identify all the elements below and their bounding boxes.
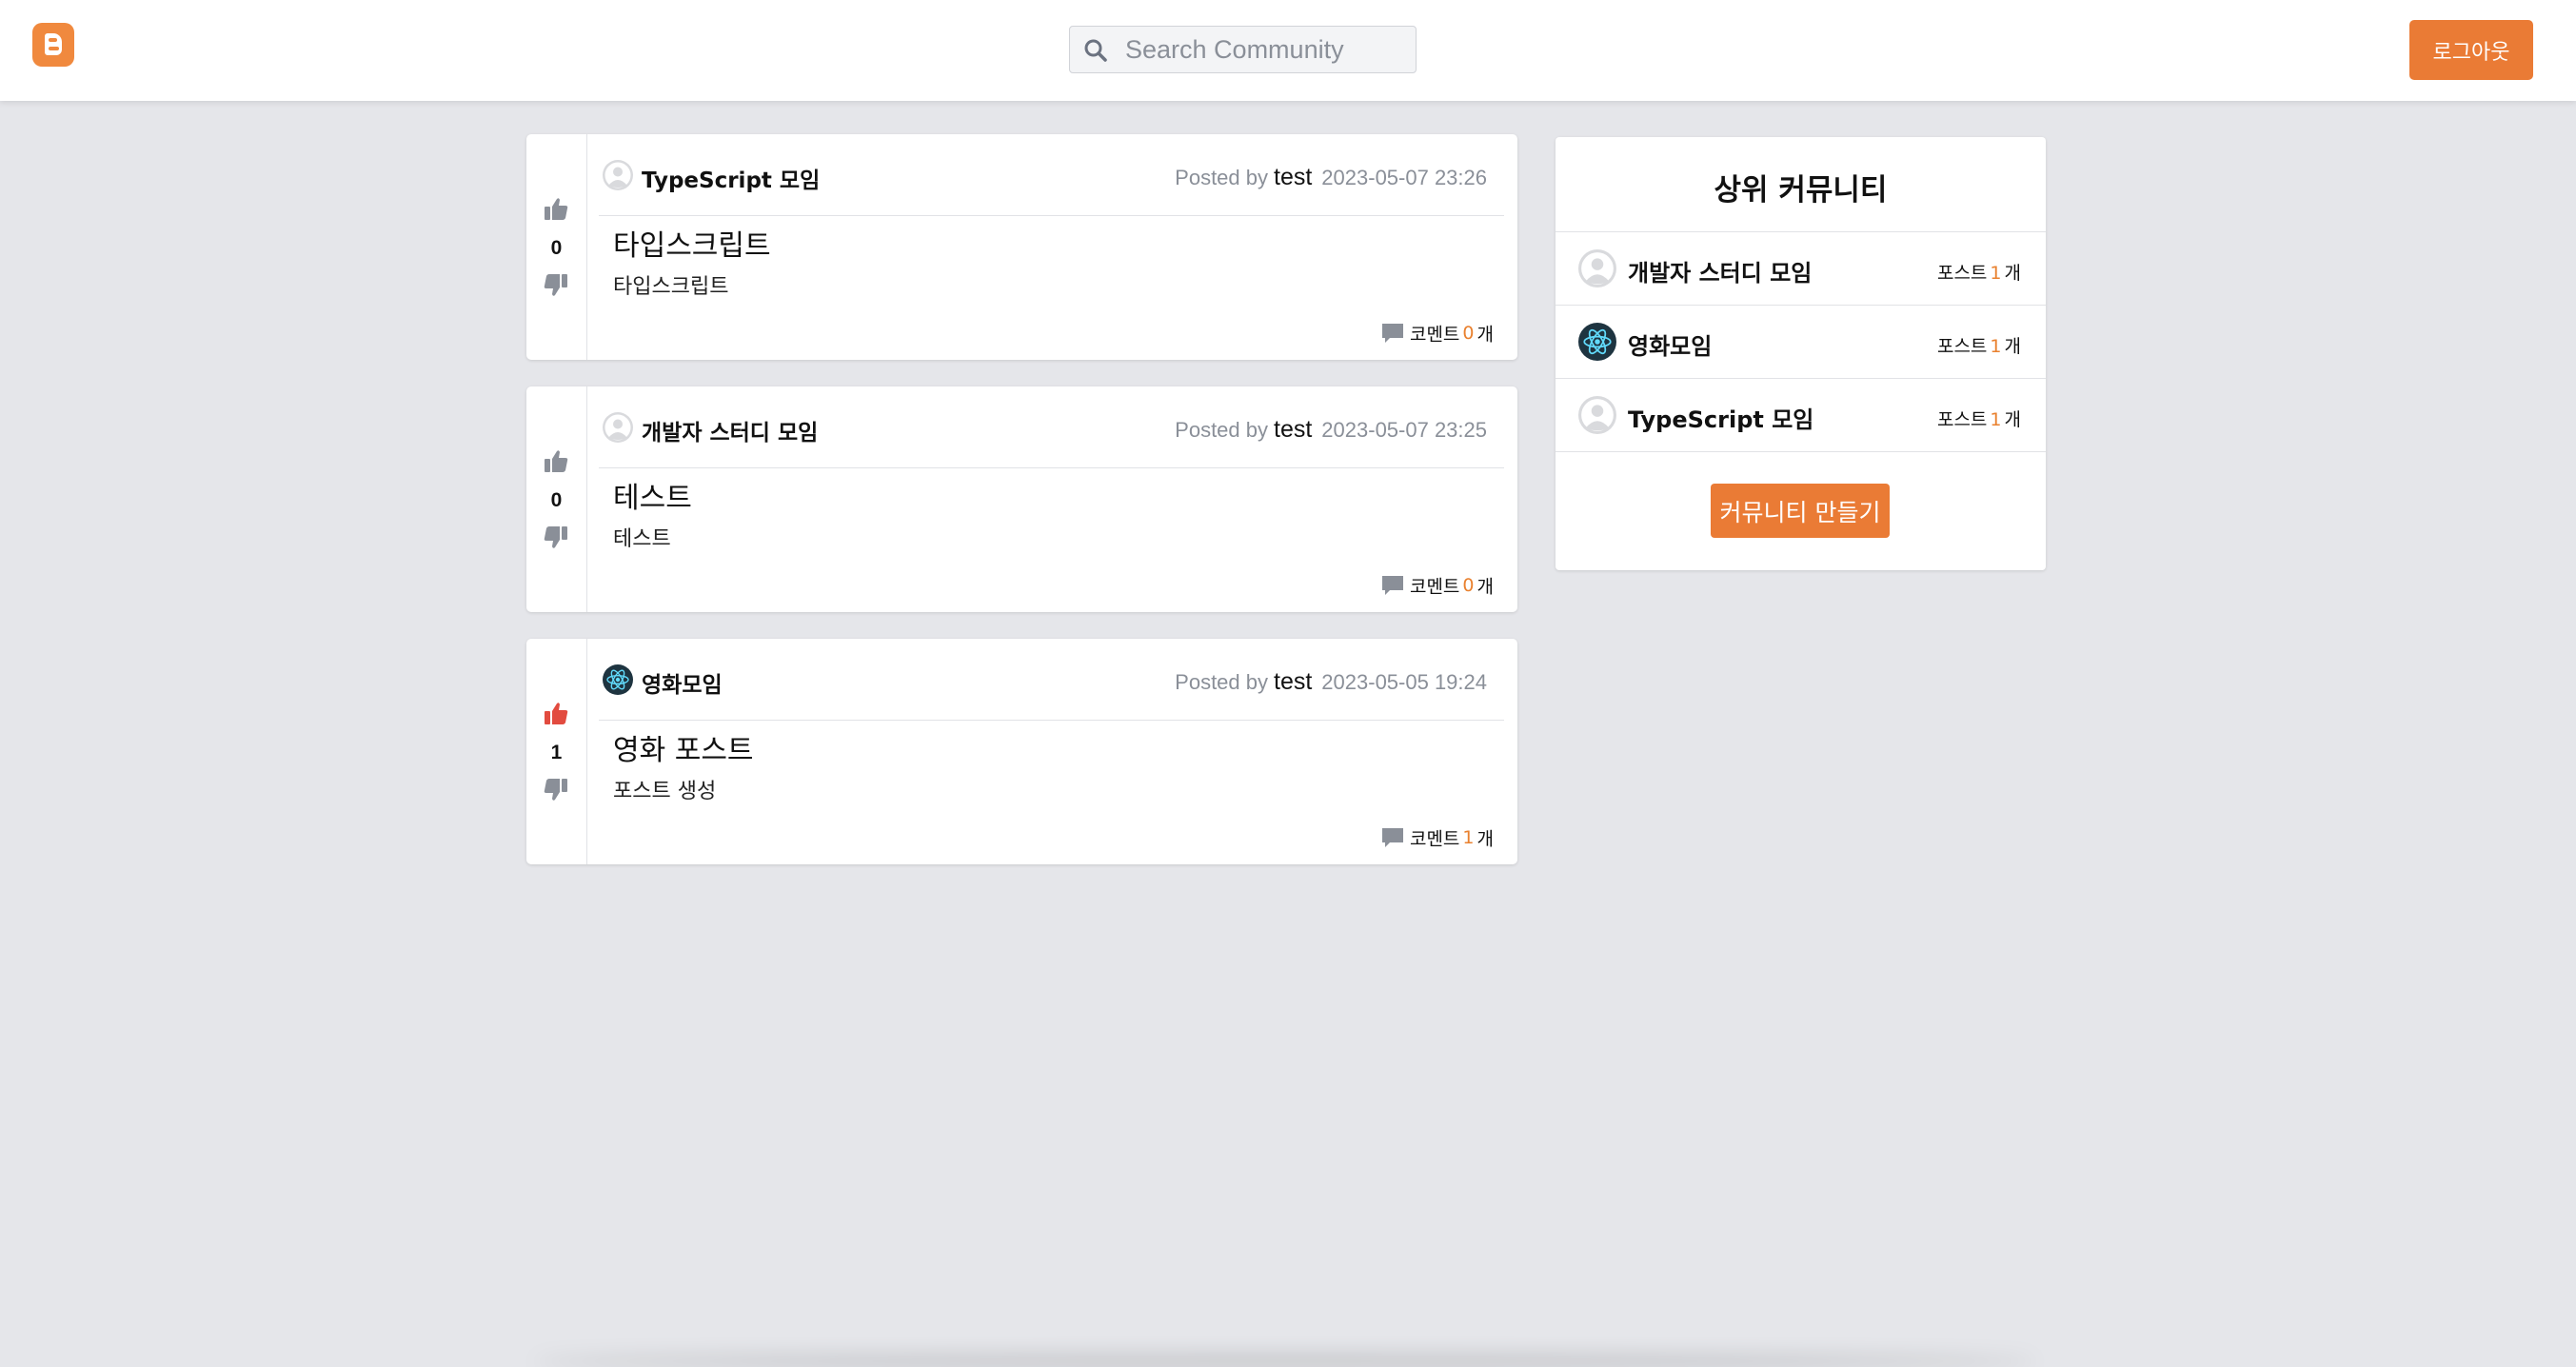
author-link[interactable]: test (1274, 416, 1312, 443)
blogger-logo-icon[interactable] (32, 23, 74, 67)
comment-count: 0 (1462, 575, 1475, 596)
post-meta: Posted by test 2023-05-05 19:24 (1175, 668, 1487, 696)
panel-title: 상위 커뮤니티 (1714, 173, 1888, 208)
top-communities-panel: 상위 커뮤니티 개발자 스터디 모임 포스트1개 영화모임 포스트1개 (1556, 137, 2046, 570)
community-name: TypeScript 모임 (1628, 406, 1814, 433)
posts-label: 포스트 (1936, 336, 1988, 357)
vote-count: 0 (550, 237, 563, 259)
comment-unit: 개 (1476, 828, 1494, 850)
comment-unit: 개 (1476, 324, 1494, 346)
post-meta: Posted by test 2023-05-07 23:26 (1175, 164, 1487, 191)
count-unit: 개 (2004, 336, 2021, 357)
post-list: 0 TypeScript 모임 Posted by test 2023-05-07 … (526, 134, 1517, 891)
community-name-link[interactable]: TypeScript 모임 (642, 162, 820, 194)
comment-count: 1 (1462, 827, 1475, 848)
post-count: 포스트 1 개 (1937, 332, 2021, 358)
post-header: TypeScript 모임 Posted by test 2023-05-07 23… (601, 160, 1504, 194)
comment-link[interactable]: 코멘트 0 개 (1379, 572, 1494, 599)
community-name-link[interactable]: 개발자 스터디 모임 (642, 414, 818, 446)
thumbs-down-icon[interactable] (542, 523, 570, 551)
default-avatar-icon (1578, 396, 1616, 434)
react-atom-icon (1578, 323, 1616, 361)
community-name: 영화모임 (1628, 333, 1713, 360)
post-count-number: 1 (1990, 336, 2002, 357)
post-card[interactable]: 0 TypeScript 모임 Posted by test 2023-05-07 … (526, 134, 1517, 360)
vote-count: 1 (550, 742, 563, 763)
search-input[interactable] (1125, 32, 1406, 67)
post-count-number: 1 (1990, 409, 2002, 430)
comment-link[interactable]: 코멘트 0 개 (1379, 320, 1494, 347)
post-body: 포스트 생성 (613, 780, 717, 803)
comment-icon (1381, 576, 1403, 595)
comment-unit: 개 (1476, 576, 1494, 598)
post-count: 포스트 1 개 (1937, 406, 2021, 431)
create-community-button[interactable]: 커뮤니티 만들기 (1711, 484, 1890, 538)
community-name-link[interactable]: 영화모임 (642, 666, 723, 699)
posted-by-label: Posted by (1175, 166, 1268, 189)
divider (599, 215, 1504, 216)
post-title[interactable]: 테스트 (613, 474, 692, 516)
post-title[interactable]: 타입스크립트 (613, 222, 771, 264)
community-row[interactable]: 영화모임 포스트 1 개 (1556, 306, 2046, 378)
count-unit: 개 (2004, 409, 2021, 430)
community-row[interactable]: TypeScript 모임 포스트 1 개 (1556, 379, 2046, 451)
post-date: 2023-05-05 19:24 (1321, 670, 1487, 694)
comment-label: 코멘트 (1409, 828, 1460, 850)
comment-count: 0 (1462, 323, 1475, 344)
author-link[interactable]: test (1274, 164, 1312, 190)
thumbs-up-icon[interactable] (542, 447, 570, 476)
post-body: 타입스크립트 (613, 275, 729, 299)
post-count: 포스트 1 개 (1937, 259, 2021, 285)
posted-by-label: Posted by (1175, 418, 1268, 442)
vote-column: 1 (526, 639, 587, 864)
post-header: 영화모임 Posted by test 2023-05-05 19:24 (601, 664, 1504, 699)
footer-shadow (533, 1356, 2037, 1367)
logout-button[interactable]: 로그아웃 (2409, 20, 2533, 80)
search-icon (1084, 39, 1107, 62)
thumbs-down-icon[interactable] (542, 775, 570, 803)
thumbs-up-icon[interactable] (542, 700, 570, 728)
default-avatar-icon (1578, 249, 1616, 287)
divider (599, 720, 1504, 721)
post-count-number: 1 (1990, 263, 2002, 284)
vote-count: 0 (550, 489, 563, 511)
posted-by-label: Posted by (1175, 670, 1268, 694)
posts-label: 포스트 (1936, 409, 1988, 430)
post-card[interactable]: 1 영화모임 Posted by test 2023-05-05 19:24 영… (526, 639, 1517, 864)
thumbs-down-icon[interactable] (542, 270, 570, 299)
community-name: 개발자 스터디 모임 (1628, 260, 1813, 287)
post-header: 개발자 스터디 모임 Posted by test 2023-05-07 23:25 (601, 412, 1504, 446)
comment-icon (1381, 828, 1403, 847)
post-title[interactable]: 영화 포스트 (613, 726, 754, 768)
author-link[interactable]: test (1274, 668, 1312, 695)
post-body: 테스트 (613, 527, 671, 551)
posts-label: 포스트 (1936, 263, 1988, 284)
comment-link[interactable]: 코멘트 1 개 (1379, 824, 1494, 851)
vote-column: 0 (526, 134, 587, 360)
comment-label: 코멘트 (1409, 576, 1460, 598)
react-atom-icon (603, 664, 633, 695)
search-box[interactable] (1069, 26, 1417, 73)
post-date: 2023-05-07 23:25 (1321, 418, 1487, 442)
comment-label: 코멘트 (1409, 324, 1460, 346)
post-date: 2023-05-07 23:26 (1321, 166, 1487, 189)
post-card[interactable]: 0 개발자 스터디 모임 Posted by test 2023-05-07 23:… (526, 386, 1517, 612)
default-avatar-icon (603, 412, 633, 443)
divider (599, 467, 1504, 468)
count-unit: 개 (2004, 263, 2021, 284)
default-avatar-icon (603, 160, 633, 190)
top-navbar: 로그아웃 (0, 0, 2576, 101)
vote-column: 0 (526, 386, 587, 612)
community-row[interactable]: 개발자 스터디 모임 포스트 1 개 (1556, 232, 2046, 305)
post-meta: Posted by test 2023-05-07 23:25 (1175, 416, 1487, 444)
comment-icon (1381, 324, 1403, 343)
divider (1556, 451, 2046, 452)
thumbs-up-icon[interactable] (542, 195, 570, 224)
